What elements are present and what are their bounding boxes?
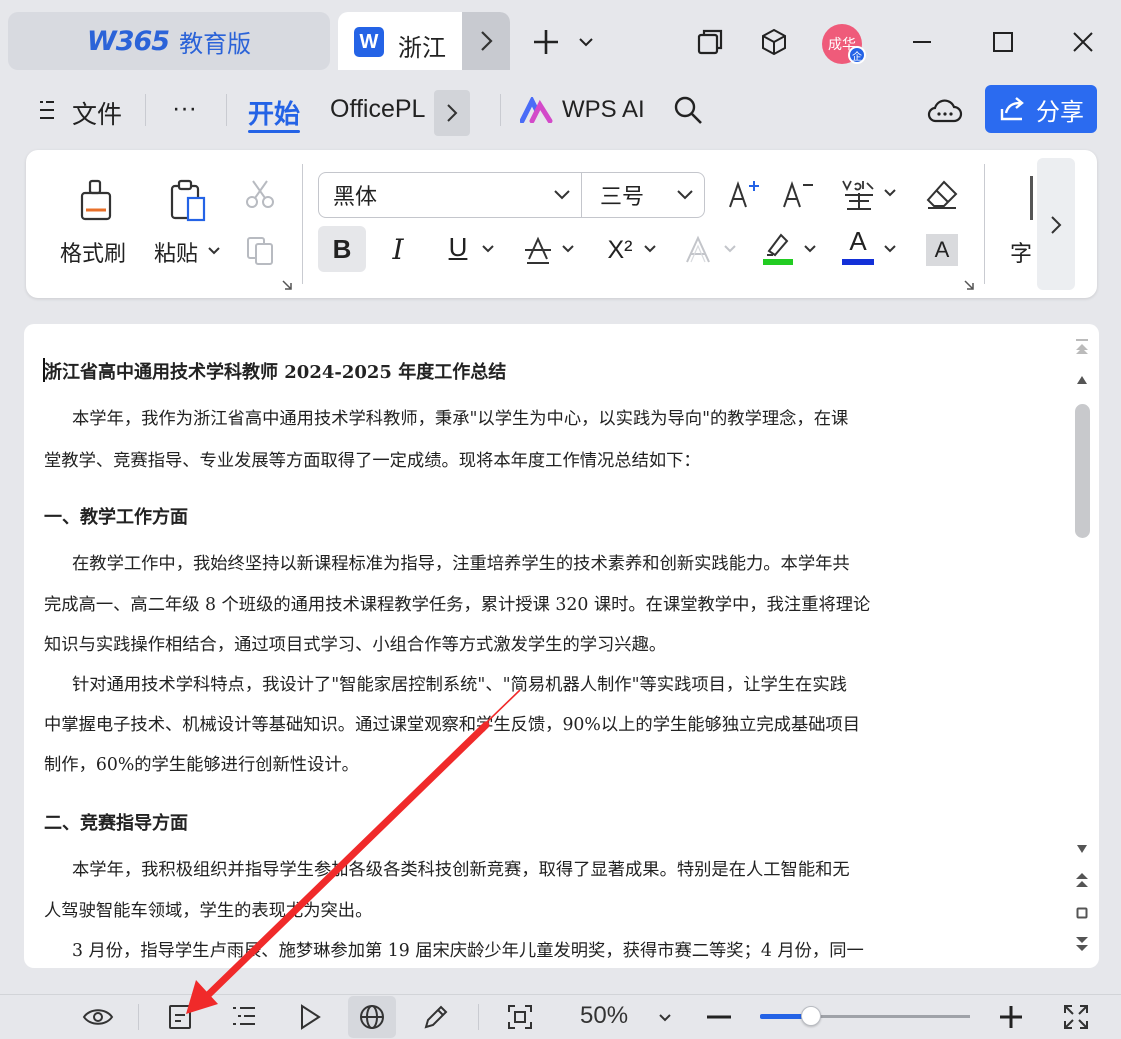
annotation-arrow: [186, 689, 521, 1014]
